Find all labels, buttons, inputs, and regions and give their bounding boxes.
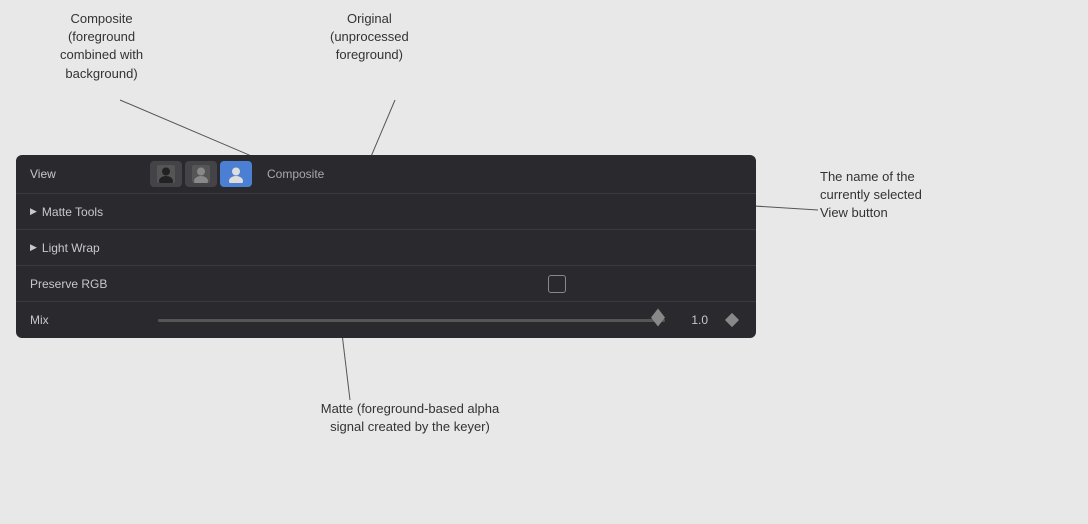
view-button-composite[interactable] <box>220 161 252 187</box>
original-annotation: Original (unprocessed foreground) <box>330 10 409 65</box>
composite-annotation-desc3: background) <box>60 65 143 83</box>
name-label-annotation: The name of the currently selected View … <box>820 168 1020 223</box>
mix-label: Mix <box>30 313 150 327</box>
matte-tools-row[interactable]: ▶ Matte Tools <box>16 194 756 230</box>
composite-annotation-title: Composite <box>60 10 143 28</box>
mix-slider-fill <box>158 319 665 322</box>
view-button-original[interactable] <box>185 161 217 187</box>
mix-slider-track <box>158 319 665 322</box>
preserve-rgb-checkbox[interactable] <box>548 275 566 293</box>
composite-annotation: Composite (foreground combined with back… <box>60 10 143 83</box>
light-wrap-label: Light Wrap <box>42 241 100 255</box>
matte-tools-label-group: ▶ Matte Tools <box>30 205 150 219</box>
original-annotation-desc2: foreground) <box>330 46 409 64</box>
mix-slider-thumb[interactable] <box>651 309 665 332</box>
light-wrap-label-group: ▶ Light Wrap <box>30 241 150 255</box>
preserve-rgb-row: Preserve RGB <box>16 266 756 302</box>
preserve-rgb-checkbox-area <box>421 275 692 293</box>
preserve-rgb-label: Preserve RGB <box>30 277 150 291</box>
original-annotation-title: Original <box>330 10 409 28</box>
matte-tools-arrow-icon: ▶ <box>30 206 37 217</box>
matte-annotation: Matte (foreground-based alpha signal cre… <box>290 400 530 436</box>
mix-slider-container <box>158 310 665 330</box>
composite-annotation-desc1: (foreground <box>60 28 143 46</box>
view-button-matte[interactable] <box>150 161 182 187</box>
mix-keyframe-button[interactable] <box>725 313 739 327</box>
light-wrap-row[interactable]: ▶ Light Wrap <box>16 230 756 266</box>
view-buttons-group: Composite <box>150 161 742 187</box>
composite-label: Composite <box>267 167 324 181</box>
light-wrap-arrow-icon: ▶ <box>30 242 37 253</box>
keyer-panel: View <box>16 155 756 338</box>
matte-tools-label: Matte Tools <box>42 205 103 219</box>
name-label-line2: currently selected <box>820 186 1020 204</box>
mix-row: Mix 1.0 <box>16 302 756 338</box>
original-annotation-desc1: (unprocessed <box>330 28 409 46</box>
composite-annotation-desc2: combined with <box>60 46 143 64</box>
view-row: View <box>16 155 756 194</box>
name-label-line1: The name of the <box>820 168 1020 186</box>
matte-line2: signal created by the keyer) <box>290 418 530 436</box>
matte-line1: Matte (foreground-based alpha <box>290 400 530 418</box>
view-label: View <box>30 167 150 181</box>
mix-value-display: 1.0 <box>673 313 708 327</box>
name-label-line3: View button <box>820 204 1020 222</box>
